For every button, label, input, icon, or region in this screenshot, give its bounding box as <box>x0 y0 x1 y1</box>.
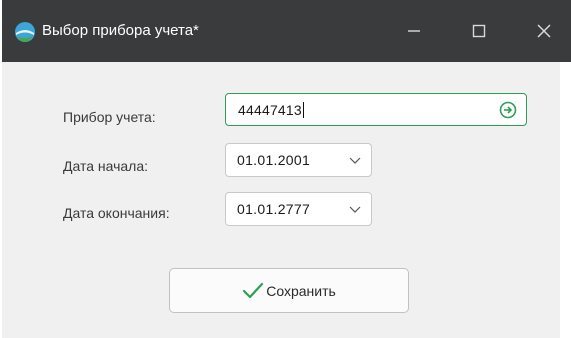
close-icon <box>537 24 551 38</box>
minimize-button[interactable] <box>394 12 434 50</box>
device-label: Прибор учета: <box>63 109 156 125</box>
save-button[interactable]: Сохранить <box>169 268 409 313</box>
arrow-right-circle-icon[interactable] <box>499 101 517 119</box>
dialog-window: Выбор прибора учета* Прибор учета: 44447… <box>0 0 571 338</box>
chevron-down-icon[interactable] <box>349 155 361 165</box>
start-date-value: 01.01.2001 <box>237 152 311 168</box>
end-date-picker[interactable]: 01.01.2777 <box>225 192 372 226</box>
chevron-down-icon[interactable] <box>349 204 361 214</box>
checkmark-icon <box>243 282 264 298</box>
maximize-button[interactable] <box>459 12 499 50</box>
start-date-label: Дата начала: <box>63 158 149 174</box>
save-button-label: Сохранить <box>266 282 336 299</box>
title-bar[interactable]: Выбор прибора учета* <box>2 0 571 62</box>
start-date-picker[interactable]: 01.01.2001 <box>225 143 372 177</box>
text-caret <box>302 102 304 118</box>
device-value: 44447413 <box>238 102 302 118</box>
end-date-value: 01.01.2777 <box>237 201 311 217</box>
maximize-icon <box>472 24 486 38</box>
close-button[interactable] <box>524 12 564 50</box>
globe-icon <box>15 22 35 42</box>
window-title: Выбор прибора учета* <box>42 22 199 39</box>
device-input[interactable]: 44447413 <box>225 93 527 126</box>
end-date-label: Дата окончания: <box>63 205 170 221</box>
form-panel: Прибор учета: 44447413 Дата начала: 01.0… <box>2 62 560 338</box>
minimize-icon <box>408 30 420 32</box>
